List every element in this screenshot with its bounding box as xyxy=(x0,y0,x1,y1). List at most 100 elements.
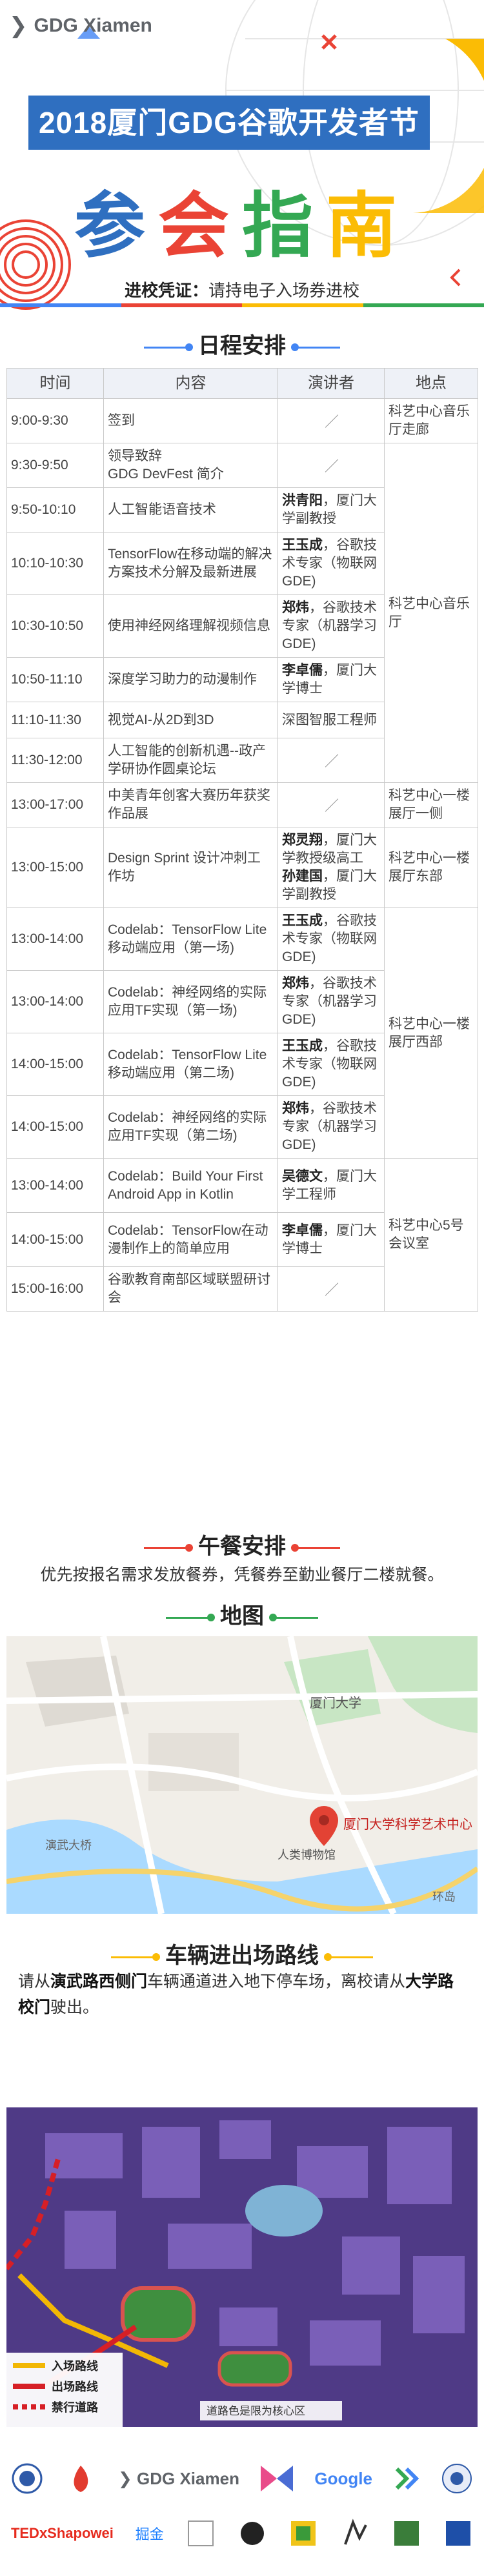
cell-time: 9:00-9:30 xyxy=(6,398,104,443)
campus-route-map[interactable]: 入场路线 出场路线 禁行道路 道路色是限为核心区 xyxy=(6,2107,478,2427)
speaker-name: 郑炜 xyxy=(282,976,309,991)
legend-exit: 出场路线 xyxy=(52,2380,98,2393)
credential-text: 请持电子入场券进校 xyxy=(208,281,360,300)
cell-content: Codelab：TensorFlow Lite移动端应用（第一场) xyxy=(103,908,278,971)
speaker-name: 吴德文 xyxy=(282,1168,323,1184)
speaker-name: 郑灵翔 xyxy=(282,833,323,847)
location-map[interactable]: 厦门大学 厦门大学科学艺术中心 人类博物馆 演武大桥 环岛 xyxy=(6,1636,478,1914)
entry-credential: 进校凭证：请持电子入场券进校 xyxy=(0,278,484,301)
cell-content: 签到 xyxy=(103,398,278,443)
footer-gdg-logo: ❯ GDG Xiamen xyxy=(118,2468,239,2488)
partner-logo-6-icon xyxy=(446,2521,470,2546)
schedule-heading: 日程安排 xyxy=(0,328,484,360)
cell-time: 11:30-12:00 xyxy=(6,738,104,783)
footer-google-logo: Google xyxy=(314,2468,372,2488)
cell-speaker: 李卓儒，厦门大学博士 xyxy=(277,1212,385,1267)
cell-content: Codelab：神经网络的实际应用TF实现（第一场) xyxy=(103,970,278,1033)
page-header: ❯ GDG Xiamen 2018厦门GDG谷歌开发者节 参会指南 进校凭证：请… xyxy=(0,0,484,310)
speaker-name: 王玉成 xyxy=(282,1039,323,1053)
cell-content: 中美青年创客大赛历年获奖作品展 xyxy=(103,782,278,827)
cell-time: 11:10-11:30 xyxy=(6,702,104,738)
speaker-name: 郑炜 xyxy=(282,600,309,615)
sponsor-footer: ❯ GDG Xiamen Google TEDxShapowei 掘金 xyxy=(0,2446,484,2576)
map-label-museum: 人类博物馆 xyxy=(277,1849,336,1861)
footer-juejin-logo: 掘金 xyxy=(135,2526,164,2542)
cell-content: 人工智能的创新机遇--政产学研协作圆桌论坛 xyxy=(103,738,278,783)
title-char-2: 会 xyxy=(158,187,242,266)
parking-instructions: 请从演武路西侧门车辆通道进入地下停车场，离校请从大学路校门驶出。 xyxy=(18,1973,454,2016)
cell-content: 领导致辞 GDG DevFest 简介 xyxy=(103,443,278,488)
map-label-xmu: 厦门大学 xyxy=(310,1696,361,1710)
parking-heading: 车辆进出场路线 xyxy=(0,1938,484,1969)
cell-speaker: 郑炜，谷歌技术专家（机器学习GDE) xyxy=(277,970,385,1033)
table-header-row: 时间 内容 演讲者 地点 xyxy=(6,368,478,399)
cell-content: 使用神经网络理解视频信息 xyxy=(103,594,278,658)
map-heading: 地图 xyxy=(0,1598,484,1630)
partner-logo-3-icon xyxy=(291,2521,316,2546)
map-label-ring: 环岛 xyxy=(432,1891,456,1903)
cell-content: 人工智能语音技术 xyxy=(103,487,278,532)
cell-speaker: 李卓儒，厦门大学博士 xyxy=(277,657,385,702)
cell-time: 13:00-14:00 xyxy=(6,908,104,971)
cell-content: Design Sprint 设计冲刺工作坊 xyxy=(103,827,278,908)
event-banner: 2018厦门GDG谷歌开发者节 xyxy=(28,96,430,150)
table-row: 9:00-9:30 签到 科艺中心音乐厅走廊 xyxy=(6,398,478,443)
sponsor-row-1: ❯ GDG Xiamen Google xyxy=(0,2459,484,2498)
title-char-4: 南 xyxy=(326,187,410,266)
cell-speaker: 郑炜，谷歌技术专家（机器学习GDE) xyxy=(277,1095,385,1159)
gdg-brand: ❯ GDG Xiamen xyxy=(9,13,152,39)
col-time: 时间 xyxy=(6,368,104,399)
speaker-name: 洪青阳 xyxy=(282,493,323,508)
cell-speaker: 洪青阳，厦门大学副教授 xyxy=(277,487,385,532)
cell-time: 10:50-11:10 xyxy=(6,657,104,702)
cell-content: Codelab：神经网络的实际应用TF实现（第二场) xyxy=(103,1095,278,1159)
cell-time: 13:00-15:00 xyxy=(6,827,104,908)
legend-forbid: 禁行道路 xyxy=(52,2400,99,2414)
bowtie-logo-icon xyxy=(261,2466,294,2491)
gdg-chevron-icon: ❯ xyxy=(118,2468,137,2488)
page-title: 参会指南 xyxy=(0,168,484,271)
speaker-name: 郑炜 xyxy=(282,1101,309,1116)
cell-speaker xyxy=(277,738,385,783)
cell-location: 科艺中心5号会议室 xyxy=(384,1158,478,1312)
cell-time: 13:00-17:00 xyxy=(6,782,104,827)
cell-speaker xyxy=(277,443,385,488)
map-drawing: 厦门大学 厦门大学科学艺术中心 人类博物馆 演武大桥 环岛 xyxy=(6,1636,478,1914)
gdg-chevron-icon: ❯ xyxy=(9,14,28,38)
cell-content: Codelab：TensorFlow Lite移动端应用（第二场) xyxy=(103,1033,278,1096)
badge-logo-icon xyxy=(442,2464,472,2493)
table-row: 9:30-9:50 领导致辞 GDG DevFest 简介 科艺中心音乐厅 xyxy=(6,443,478,783)
cell-speaker: 王玉成，谷歌技术专家（物联网GDE) xyxy=(277,532,385,595)
speaker-name: 王玉成 xyxy=(282,538,323,553)
color-stripe xyxy=(0,303,484,307)
cell-time: 13:00-14:00 xyxy=(6,970,104,1033)
google-dev-chevron-icon xyxy=(396,2467,419,2490)
cell-speaker: 王玉成，谷歌技术专家（物联网GDE) xyxy=(277,1033,385,1096)
partner-logo-4-icon xyxy=(344,2519,368,2545)
col-content: 内容 xyxy=(103,368,278,399)
cell-speaker xyxy=(277,782,385,827)
brand-name: GDG Xiamen xyxy=(34,15,152,36)
cell-speaker: 吴德文，厦门大学工程师 xyxy=(277,1158,385,1213)
legend-enter: 入场路线 xyxy=(52,2359,98,2373)
cell-location: 科艺中心音乐厅 xyxy=(384,443,478,783)
cell-location: 科艺中心一楼展厅西部 xyxy=(384,908,478,1159)
legend-note: 道路色是限为核心区 xyxy=(207,2405,305,2417)
flame-logo-icon xyxy=(74,2466,88,2492)
table-row: 13:00-14:00 Codelab：TensorFlow Lite移动端应用（… xyxy=(6,908,478,1159)
cell-speaker: 郑灵翔，厦门大学教授级高工 孙建国，厦门大学副教授 xyxy=(277,827,385,908)
cell-time: 14:00-15:00 xyxy=(6,1095,104,1159)
map-label-venue: 厦门大学科学艺术中心 xyxy=(343,1817,472,1832)
credential-label: 进校凭证： xyxy=(124,281,208,300)
cell-speaker xyxy=(277,398,385,443)
campus-drawing: 入场路线 出场路线 禁行道路 道路色是限为核心区 xyxy=(6,2107,478,2427)
speaker-name: 李卓儒 xyxy=(282,1222,323,1238)
sponsor-row-2: TEDxShapowei 掘金 xyxy=(0,2514,484,2553)
cell-speaker: 郑炜，谷歌技术专家（机器学习GDE) xyxy=(277,594,385,658)
cell-time: 14:00-15:00 xyxy=(6,1033,104,1096)
col-speaker: 演讲者 xyxy=(277,368,385,399)
cell-content: 谷歌教育南部区域联盟研讨会 xyxy=(103,1266,278,1312)
lunch-text: 优先按报名需求发放餐券，凭餐券至勤业餐厅二楼就餐。 xyxy=(40,1566,444,1584)
cell-time: 10:30-10:50 xyxy=(6,594,104,658)
cell-content: 视觉AI-从2D到3D xyxy=(103,702,278,738)
